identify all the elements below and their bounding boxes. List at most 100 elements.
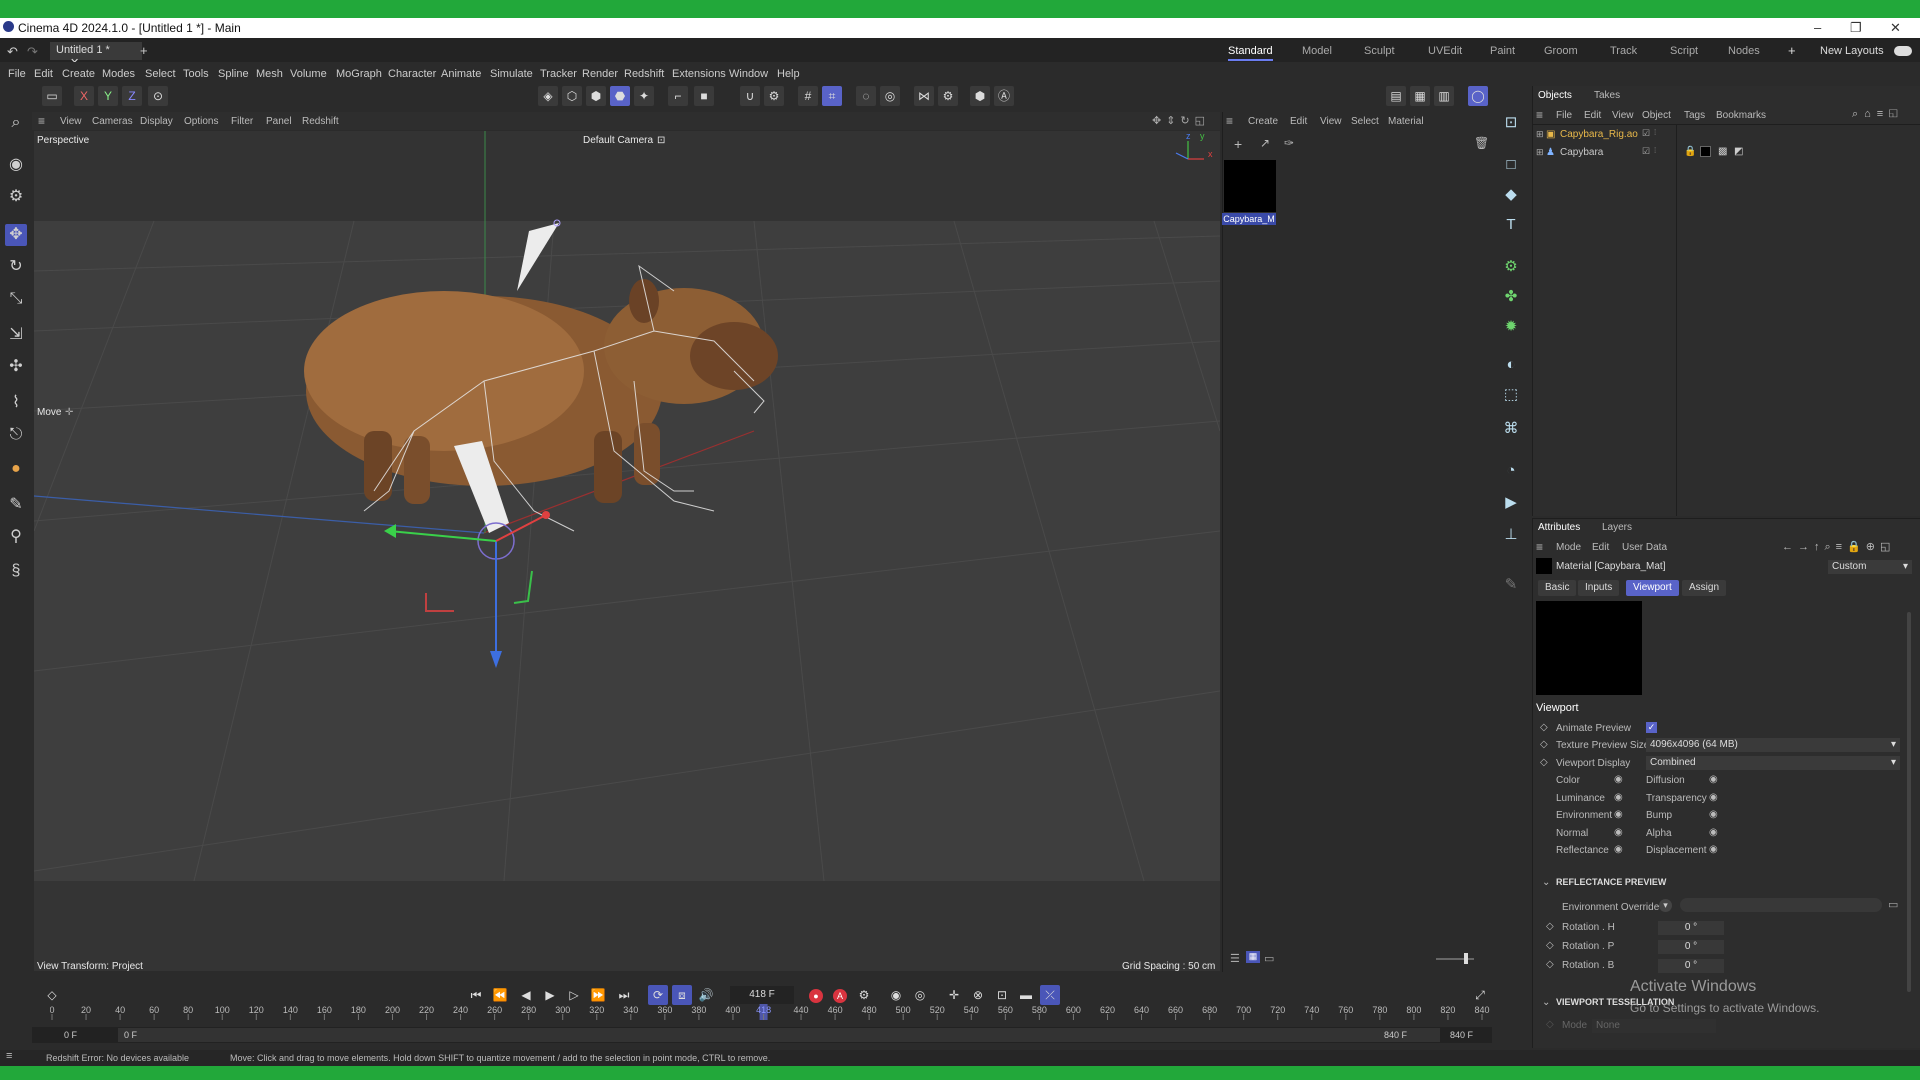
keyframe-diamond-icon[interactable]: ◇ xyxy=(1540,722,1548,733)
keyframe-diamond-icon[interactable]: ◇ xyxy=(1546,1019,1554,1030)
redo-icon[interactable]: ↷ xyxy=(27,44,38,60)
coordinate-system-icon[interactable]: ⊙ xyxy=(148,86,168,106)
objects-menu-view[interactable]: View xyxy=(1612,110,1634,121)
menu-volume[interactable]: Volume xyxy=(290,68,327,80)
thumbnail-size-slider-handle[interactable] xyxy=(1464,953,1468,964)
attributes-menu-user-data[interactable]: User Data xyxy=(1622,542,1667,553)
snap-settings-icon[interactable]: ⚙ xyxy=(764,86,784,106)
layout-tab-groom[interactable]: Groom xyxy=(1544,45,1578,57)
menu-spline[interactable]: Spline xyxy=(218,68,249,80)
axis-z-button[interactable]: Z xyxy=(122,86,142,106)
environment-override-field[interactable] xyxy=(1680,898,1882,912)
frame-range-slider[interactable] xyxy=(118,1028,1440,1042)
scene-icon[interactable]: ⌘ xyxy=(1500,418,1522,440)
objects-menu-object[interactable]: Object xyxy=(1642,110,1671,121)
render-to-picture-viewer-icon[interactable]: ▦ xyxy=(1410,86,1430,106)
redshift-ipr-icon[interactable]: ◯ xyxy=(1468,86,1488,106)
layout-tab-paint[interactable]: Paint xyxy=(1490,45,1515,57)
paint-icon[interactable]: ● xyxy=(5,458,27,480)
viewport-menu-filter[interactable]: Filter xyxy=(231,116,253,127)
field-icon[interactable]: ⬚ xyxy=(1500,384,1522,406)
add-material-icon[interactable]: + xyxy=(1234,136,1242,152)
keyframe-diamond-icon[interactable]: ◇ xyxy=(1540,739,1548,750)
eye-icon[interactable]: ◉ xyxy=(1614,844,1623,855)
camera-name[interactable]: Default Camera xyxy=(583,135,653,146)
polygon-mode-icon[interactable]: ⬣ xyxy=(610,86,630,106)
brush-icon[interactable]: ✎ xyxy=(5,494,27,516)
objects-menu-tags[interactable]: Tags xyxy=(1684,110,1705,121)
attributes-menu-edit[interactable]: Edit xyxy=(1592,542,1609,553)
edge-mode-icon[interactable]: ⬢ xyxy=(586,86,606,106)
menu-character[interactable]: Character xyxy=(388,68,436,80)
tessellation-mode-dropdown[interactable]: None xyxy=(1592,1019,1716,1033)
capybara-model[interactable] xyxy=(304,279,778,504)
subtab-viewport[interactable]: Viewport xyxy=(1626,580,1679,596)
knife-icon[interactable]: ⌇ xyxy=(5,392,27,414)
thumbnail-size-slider[interactable] xyxy=(1436,958,1474,960)
delete-material-icon[interactable]: 🗑 xyxy=(1474,136,1489,150)
previous-keyframe-icon[interactable]: ⏪ xyxy=(490,985,510,1005)
viewport-hamburger-icon[interactable]: ≡ xyxy=(38,114,45,128)
large-view-icon[interactable]: ▭ xyxy=(1264,952,1274,965)
play-icon[interactable]: ▶ xyxy=(540,985,560,1005)
auto-keying-icon[interactable]: A xyxy=(830,985,850,1005)
menu-window[interactable]: Window xyxy=(729,68,768,80)
menu-select[interactable]: Select xyxy=(145,68,176,80)
quantize-icon[interactable]: ⌗ xyxy=(822,86,842,106)
tab-attributes[interactable]: Attributes xyxy=(1538,522,1580,533)
visibility-check-icon[interactable]: ☑ xyxy=(1642,146,1650,157)
workplane-icon[interactable]: ⌐ xyxy=(668,86,688,106)
lock-workplane-icon[interactable]: ⬢ xyxy=(970,86,990,106)
menu-animate[interactable]: Animate xyxy=(441,68,481,80)
eye-icon[interactable]: ◉ xyxy=(1614,792,1623,803)
eyedropper-icon[interactable]: ✑ xyxy=(1284,136,1294,150)
status-menu-icon[interactable]: ≡ xyxy=(6,1050,12,1062)
eye-icon[interactable]: ◉ xyxy=(1709,827,1718,838)
next-frame-icon[interactable]: ▷ xyxy=(564,985,584,1005)
menu-tracker[interactable]: Tracker xyxy=(540,68,577,80)
tab-objects[interactable]: Objects xyxy=(1538,90,1572,101)
objects-toolbar-icons[interactable]: ⌕⌂≡◱ xyxy=(1852,108,1904,121)
timeline-graph-icon[interactable]: ⤢ xyxy=(1470,985,1490,1005)
script-icon[interactable]: ✎ xyxy=(1500,574,1522,596)
menu-render[interactable]: Render xyxy=(582,68,618,80)
search-icon[interactable]: ⌕ xyxy=(5,112,27,134)
eye-icon[interactable]: ◉ xyxy=(1614,774,1623,785)
layout-tab-script[interactable]: Script xyxy=(1670,45,1698,57)
material-menu-view[interactable]: View xyxy=(1320,116,1342,127)
menu-help[interactable]: Help xyxy=(777,68,800,80)
eye-icon[interactable]: ◉ xyxy=(1614,809,1623,820)
visibility-check-icon[interactable]: ☑ xyxy=(1642,128,1650,139)
material-menu-edit[interactable]: Edit xyxy=(1290,116,1307,127)
layout-tab-track[interactable]: Track xyxy=(1610,45,1637,57)
key-rotation-icon[interactable]: ◎ xyxy=(910,985,930,1005)
keyframe-selection-icon[interactable]: ⚙ xyxy=(854,985,874,1005)
objects-menu-bookmarks[interactable]: Bookmarks xyxy=(1716,110,1766,121)
visibility-dots-icon[interactable]: ⁞ xyxy=(1654,146,1656,155)
key-scale-icon[interactable]: ✛ xyxy=(944,985,964,1005)
deformer-icon[interactable]: ◐ xyxy=(1500,354,1522,376)
menu-create[interactable]: Create xyxy=(62,68,95,80)
key-pla-icon[interactable]: ⊡ xyxy=(992,985,1012,1005)
keyframe-diamond-icon[interactable]: ◇ xyxy=(1546,940,1554,951)
material-menu-select[interactable]: Select xyxy=(1351,116,1379,127)
sound-icon[interactable]: 🔊 xyxy=(696,985,716,1005)
uv-mode-icon[interactable]: ✦ xyxy=(634,86,654,106)
material-menu-material[interactable]: Material xyxy=(1388,116,1424,127)
current-frame-field[interactable]: 418 F xyxy=(730,986,794,1004)
select-cursor-icon[interactable]: ◉ xyxy=(5,154,27,176)
expand-icon[interactable]: ⊞ xyxy=(1536,129,1544,140)
render-region-icon[interactable]: ◌ xyxy=(856,86,876,106)
viewport-menu-panel[interactable]: Panel xyxy=(266,116,292,127)
viewport-menu-display[interactable]: Display xyxy=(140,116,173,127)
expand-icon[interactable]: ⊞ xyxy=(1536,147,1544,158)
preset-dropdown[interactable]: Custom ▾ xyxy=(1828,560,1912,574)
minimize-button[interactable]: – xyxy=(1814,20,1821,35)
close-button[interactable]: ✕ xyxy=(1890,20,1901,36)
attributes-hamburger-icon[interactable]: ≡ xyxy=(1536,540,1543,554)
3d-viewport[interactable]: Perspective Default Camera ⊡ z y x Move … xyxy=(34,131,1220,971)
new-layouts-button[interactable]: New Layouts xyxy=(1820,45,1884,57)
eye-icon[interactable]: ◉ xyxy=(1709,774,1718,785)
gizmo-plane-handle-green[interactable] xyxy=(513,570,533,604)
viewport-menu-cameras[interactable]: Cameras xyxy=(92,116,133,127)
